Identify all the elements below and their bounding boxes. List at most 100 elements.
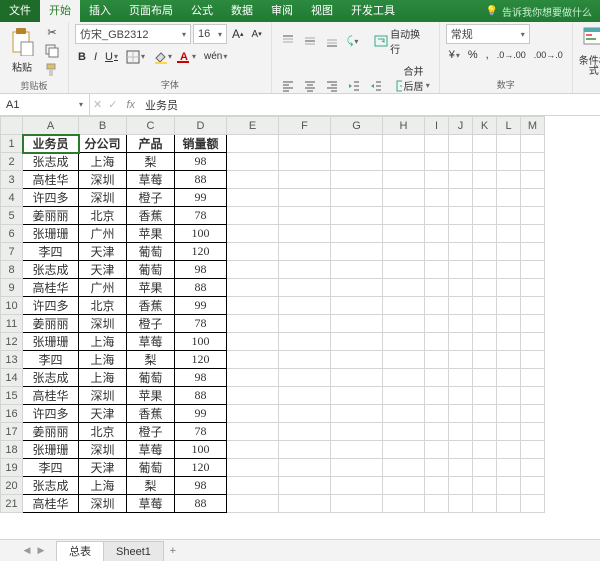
column-header[interactable]: D bbox=[175, 117, 227, 135]
row-header[interactable]: 18 bbox=[1, 441, 23, 459]
cell[interactable] bbox=[449, 225, 473, 243]
cell[interactable] bbox=[425, 369, 449, 387]
cell[interactable] bbox=[521, 477, 545, 495]
cell[interactable] bbox=[425, 459, 449, 477]
cell[interactable] bbox=[331, 171, 383, 189]
cell[interactable]: 88 bbox=[175, 279, 227, 297]
tab-home[interactable]: 开始 bbox=[40, 0, 80, 22]
cell[interactable]: 98 bbox=[175, 261, 227, 279]
cell[interactable]: 李四 bbox=[23, 459, 79, 477]
cell[interactable] bbox=[331, 441, 383, 459]
cell[interactable] bbox=[473, 207, 497, 225]
cell[interactable]: 草莓 bbox=[127, 333, 175, 351]
cell[interactable] bbox=[279, 279, 331, 297]
cell[interactable]: 上海 bbox=[79, 351, 127, 369]
cell[interactable] bbox=[497, 207, 521, 225]
cell[interactable] bbox=[383, 459, 425, 477]
row-header[interactable]: 6 bbox=[1, 225, 23, 243]
cell[interactable] bbox=[425, 423, 449, 441]
cell[interactable] bbox=[425, 315, 449, 333]
cell[interactable]: 高桂华 bbox=[23, 279, 79, 297]
cell[interactable] bbox=[497, 135, 521, 153]
cell[interactable]: 姜丽丽 bbox=[23, 207, 79, 225]
comma-button[interactable]: , bbox=[483, 47, 492, 63]
cell[interactable] bbox=[473, 459, 497, 477]
cell[interactable] bbox=[383, 387, 425, 405]
cell[interactable] bbox=[227, 207, 279, 225]
cell[interactable]: 张志成 bbox=[23, 261, 79, 279]
select-all-corner[interactable] bbox=[1, 117, 23, 135]
cell[interactable]: 120 bbox=[175, 243, 227, 261]
column-header[interactable]: J bbox=[449, 117, 473, 135]
align-left-button[interactable] bbox=[278, 77, 298, 95]
cell[interactable] bbox=[449, 315, 473, 333]
cell[interactable] bbox=[497, 189, 521, 207]
cell[interactable]: 业务员 bbox=[23, 135, 79, 153]
cell[interactable] bbox=[473, 387, 497, 405]
font-color-button[interactable]: A▾ bbox=[177, 47, 199, 66]
cell[interactable] bbox=[227, 189, 279, 207]
cell[interactable] bbox=[497, 387, 521, 405]
cell[interactable] bbox=[279, 459, 331, 477]
cell[interactable]: 李四 bbox=[23, 351, 79, 369]
cell[interactable]: 99 bbox=[175, 405, 227, 423]
underline-button[interactable]: U▾ bbox=[102, 49, 121, 65]
cell[interactable] bbox=[521, 315, 545, 333]
cell[interactable] bbox=[331, 315, 383, 333]
cell[interactable]: 深圳 bbox=[79, 387, 127, 405]
percent-button[interactable]: % bbox=[465, 47, 481, 63]
cell[interactable]: 销量额 bbox=[175, 135, 227, 153]
cell[interactable] bbox=[473, 333, 497, 351]
cell[interactable] bbox=[521, 207, 545, 225]
tab-layout[interactable]: 页面布局 bbox=[120, 0, 182, 22]
cell[interactable] bbox=[279, 477, 331, 495]
cell[interactable] bbox=[521, 261, 545, 279]
row-header[interactable]: 21 bbox=[1, 495, 23, 513]
cell[interactable] bbox=[331, 495, 383, 513]
cell[interactable]: 88 bbox=[175, 495, 227, 513]
cell[interactable] bbox=[449, 135, 473, 153]
cell[interactable] bbox=[279, 171, 331, 189]
cell[interactable] bbox=[425, 243, 449, 261]
cell[interactable]: 梨 bbox=[127, 351, 175, 369]
cell[interactable] bbox=[383, 135, 425, 153]
cell[interactable]: 姜丽丽 bbox=[23, 423, 79, 441]
tab-data[interactable]: 数据 bbox=[222, 0, 262, 22]
cell[interactable] bbox=[279, 405, 331, 423]
row-header[interactable]: 14 bbox=[1, 369, 23, 387]
cell[interactable] bbox=[425, 225, 449, 243]
cell[interactable] bbox=[497, 459, 521, 477]
cell[interactable]: 98 bbox=[175, 369, 227, 387]
cell[interactable] bbox=[449, 189, 473, 207]
cell[interactable] bbox=[473, 495, 497, 513]
cell[interactable] bbox=[521, 153, 545, 171]
cell[interactable] bbox=[521, 459, 545, 477]
cell[interactable] bbox=[449, 405, 473, 423]
increase-decimal-button[interactable]: .0→.00 bbox=[494, 48, 529, 62]
cell[interactable] bbox=[331, 279, 383, 297]
cell[interactable] bbox=[227, 441, 279, 459]
cell[interactable]: 梨 bbox=[127, 477, 175, 495]
cell[interactable] bbox=[425, 207, 449, 225]
cell[interactable] bbox=[521, 279, 545, 297]
cell[interactable] bbox=[473, 135, 497, 153]
cell[interactable]: 上海 bbox=[79, 153, 127, 171]
cell[interactable] bbox=[425, 405, 449, 423]
cell[interactable] bbox=[383, 207, 425, 225]
cell[interactable] bbox=[425, 261, 449, 279]
cell[interactable] bbox=[331, 153, 383, 171]
cell[interactable]: 葡萄 bbox=[127, 243, 175, 261]
cell[interactable]: 深圳 bbox=[79, 495, 127, 513]
cell[interactable] bbox=[449, 459, 473, 477]
cell[interactable] bbox=[227, 405, 279, 423]
cell[interactable]: 许四多 bbox=[23, 189, 79, 207]
cell[interactable] bbox=[383, 351, 425, 369]
cell[interactable]: 深圳 bbox=[79, 441, 127, 459]
cell[interactable]: 葡萄 bbox=[127, 459, 175, 477]
align-right-button[interactable] bbox=[322, 77, 342, 95]
cell[interactable] bbox=[449, 387, 473, 405]
cell[interactable] bbox=[383, 297, 425, 315]
accounting-format-button[interactable]: ¥▾ bbox=[446, 47, 463, 63]
cell[interactable] bbox=[383, 189, 425, 207]
cell[interactable] bbox=[227, 351, 279, 369]
